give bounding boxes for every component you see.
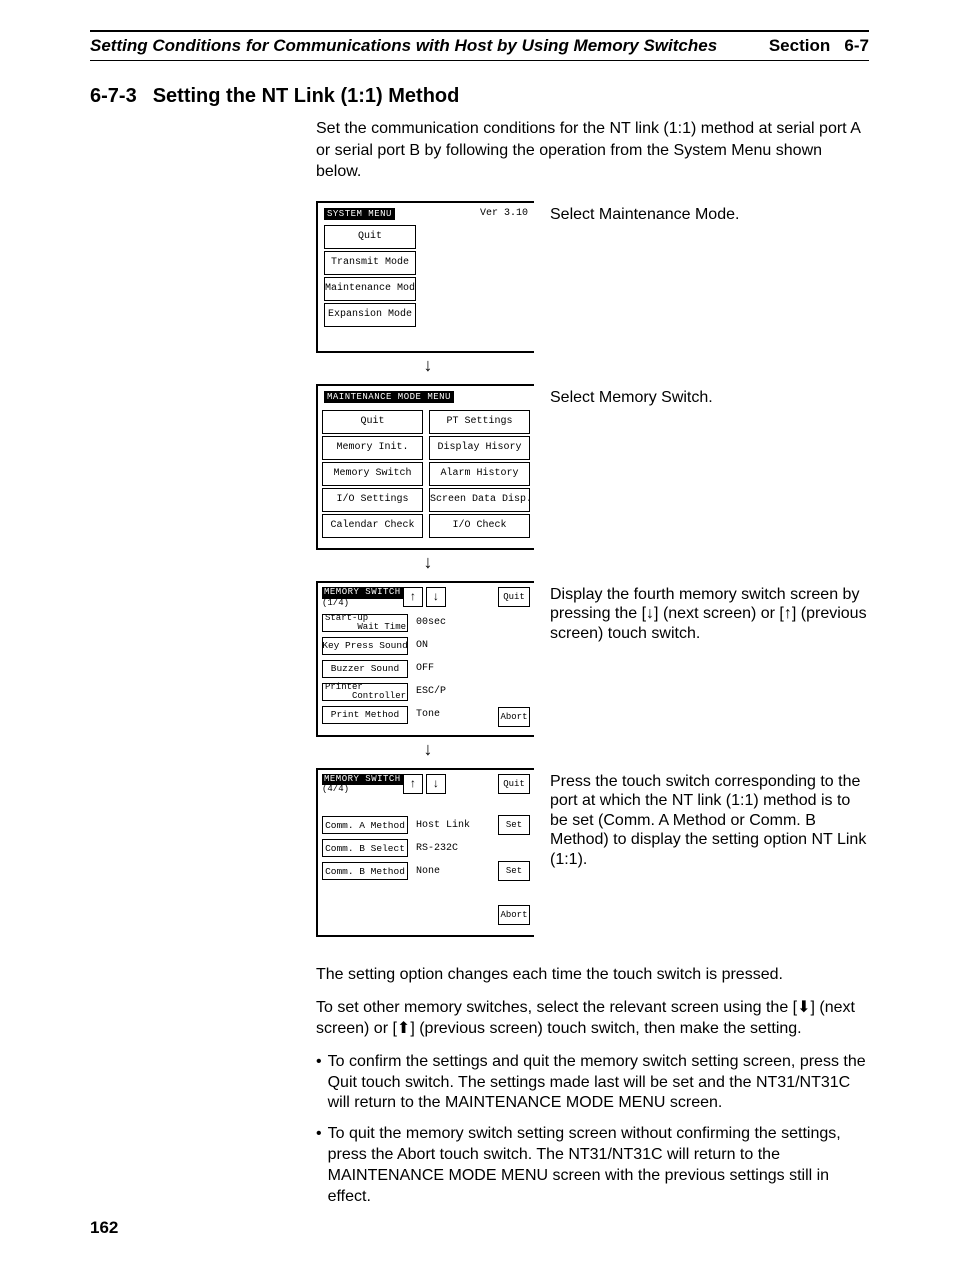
header-left: Setting Conditions for Communications wi… [90, 36, 717, 56]
memory-switch-panel-4: MEMORY SWITCH (4/4) ↑ ↓ Quit Comm. A Met… [316, 768, 534, 938]
comm-b-select-label: Comm. B Select [322, 839, 408, 857]
step3-description: Display the fourth memory switch screen … [540, 581, 869, 762]
flow-arrow-icon: ↓ [316, 552, 540, 573]
intro-paragraph: Set the communication conditions for the… [316, 118, 869, 183]
set-button[interactable]: Set [498, 861, 530, 881]
comm-b-method-value: None [408, 866, 498, 877]
set-button[interactable]: Set [498, 815, 530, 835]
flow-arrow-icon: ↓ [316, 355, 540, 376]
transmit-mode-button[interactable]: Transmit Mode [324, 251, 416, 275]
startup-wait-value: 00sec [408, 617, 496, 628]
memory-switch-panel-1: MEMORY SWITCH (1/4) ↑ ↓ Quit Start-up Wa… [316, 581, 534, 737]
bullet-icon: • [316, 1052, 322, 1114]
bullet-icon: • [316, 1124, 322, 1207]
section-number: 6-7-3 [90, 85, 137, 108]
io-check-button[interactable]: I/O Check [429, 514, 530, 538]
page-indicator: (1/4) [322, 598, 349, 608]
quit-button[interactable]: Quit [324, 225, 416, 249]
prev-screen-button[interactable]: ↑ [403, 774, 423, 794]
section-heading: 6-7-3 Setting the NT Link (1:1) Method [90, 85, 869, 108]
expansion-mode-button[interactable]: Expansion Mode [324, 303, 416, 327]
page-header: Setting Conditions for Communications wi… [90, 36, 869, 61]
prev-screen-button[interactable]: ↑ [403, 587, 423, 607]
memory-switch-button[interactable]: Memory Switch [322, 462, 423, 486]
comm-a-method-label: Comm. A Method [322, 816, 408, 834]
page-number: 162 [90, 1218, 118, 1238]
maintenance-mode-panel: MAINTENANCE MODE MENU Quit Memory Init. … [316, 384, 534, 550]
calendar-check-button[interactable]: Calendar Check [322, 514, 423, 538]
comm-a-method-value: Host Link [408, 820, 498, 831]
pt-settings-button[interactable]: PT Settings [429, 410, 530, 434]
section-title: Setting the NT Link (1:1) Method [153, 85, 460, 108]
header-right: Section 6-7 [769, 36, 869, 56]
version-label: Ver 3.10 [480, 208, 528, 219]
paragraph-other-switches: To set other memory switches, select the… [316, 998, 869, 1040]
key-press-sound-label: Key Press Sound [322, 637, 408, 655]
abort-button[interactable]: Abort [498, 905, 530, 925]
printer-controller-value: ESC/P [408, 686, 496, 697]
step2-description: Select Memory Switch. [540, 384, 869, 575]
panel-title: SYSTEM MENU [324, 208, 395, 220]
buzzer-sound-value: OFF [408, 663, 496, 674]
comm-b-method-label: Comm. B Method [322, 862, 408, 880]
memory-init-button[interactable]: Memory Init. [322, 436, 423, 460]
panel-title: MAINTENANCE MODE MENU [324, 391, 454, 403]
next-screen-button[interactable]: ↓ [426, 587, 446, 607]
quit-button[interactable]: Quit [498, 587, 530, 607]
step4-description: Press the touch switch corresponding to … [540, 768, 869, 938]
screen-data-disp-button[interactable]: Screen Data Disp. [429, 488, 530, 512]
buzzer-sound-label: Buzzer Sound [322, 660, 408, 678]
key-press-sound-value: ON [408, 640, 496, 651]
flow-arrow-icon: ↓ [316, 739, 540, 760]
io-settings-button[interactable]: I/O Settings [322, 488, 423, 512]
startup-wait-label: Start-up Wait Time [322, 614, 408, 632]
comm-b-select-value: RS-232C [408, 843, 530, 854]
system-menu-panel: SYSTEM MENU Ver 3.10 Quit Transmit Mode … [316, 201, 534, 353]
page-indicator: (4/4) [322, 784, 349, 794]
print-method-value: Tone [408, 709, 496, 720]
print-method-label: Print Method [322, 706, 408, 724]
maintenance-mode-button[interactable]: Maintenance Mode [324, 277, 416, 301]
paragraph-setting-option: The setting option changes each time the… [316, 965, 869, 986]
step1-description: Select Maintenance Mode. [540, 201, 869, 378]
quit-button[interactable]: Quit [498, 774, 530, 794]
quit-button[interactable]: Quit [322, 410, 423, 434]
bullet-confirm: To confirm the settings and quit the mem… [328, 1052, 869, 1114]
bullet-quit: To quit the memory switch setting screen… [328, 1124, 869, 1207]
next-screen-button[interactable]: ↓ [426, 774, 446, 794]
printer-controller-label: Printer Controller [322, 683, 408, 701]
abort-button[interactable]: Abort [498, 707, 530, 727]
display-history-button[interactable]: Display Hisory [429, 436, 530, 460]
alarm-history-button[interactable]: Alarm History [429, 462, 530, 486]
